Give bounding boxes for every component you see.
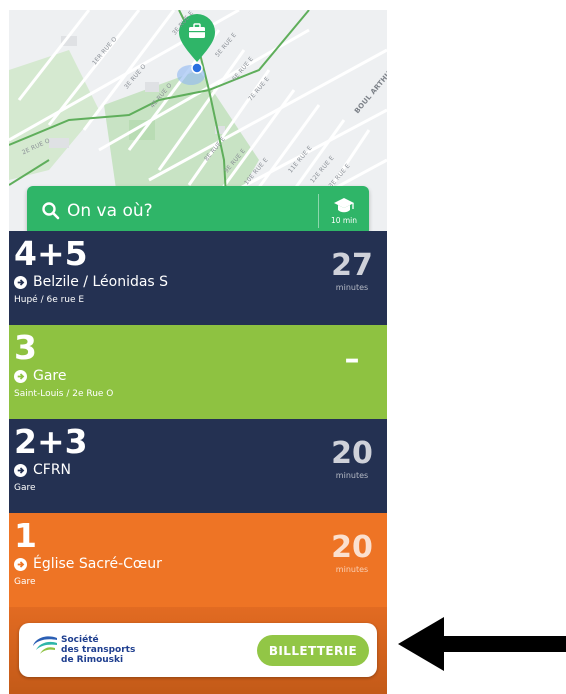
route-row[interactable]: 1 Église Sacré-Cœur Gare 20 minutes — [9, 513, 387, 607]
route-row[interactable]: 2+3 CFRN Gare 20 minutes — [9, 419, 387, 513]
arrow-right-circle-icon — [14, 275, 27, 289]
brand-name: Société des transports de Rimouski — [61, 635, 135, 665]
destination-text: Église Sacré-Cœur — [33, 556, 162, 572]
route-destination: Église Sacré-Cœur — [14, 556, 162, 572]
route-number: 4+5 — [14, 234, 88, 273]
arrival-unit: minutes — [335, 471, 369, 480]
arrival-minutes: 20 — [331, 436, 373, 471]
route-stop: Gare — [14, 577, 36, 587]
destination-text: Belzile / Léonidas S — [33, 274, 169, 290]
route-stop: Saint-Louis / 2e Rue O — [14, 389, 114, 399]
route-row[interactable]: 4+5 Belzile / Léonidas S Hupé / 6e rue E… — [9, 231, 387, 325]
annotation-arrow-icon — [398, 617, 566, 671]
brand-line: de Rimouski — [61, 655, 124, 665]
route-destination: Belzile / Léonidas S — [14, 274, 168, 290]
route-stop: Gare — [14, 483, 36, 493]
bottom-area: Société des transports de Rimouski BILLE… — [9, 607, 387, 694]
arrow-right-circle-icon — [14, 463, 27, 477]
arrival-time: 27 minutes — [327, 248, 377, 293]
arrow-right-circle-icon — [14, 369, 27, 383]
route-row[interactable]: 3 Gare Saint-Louis / 2e Rue O – — [9, 325, 387, 419]
brand-card: Société des transports de Rimouski BILLE… — [19, 623, 377, 677]
destination-text: Gare — [33, 368, 67, 384]
arrival-minutes: 27 — [331, 248, 373, 283]
route-destination: Gare — [14, 368, 67, 384]
brand-line: des transports — [61, 645, 136, 655]
app-screen: 1ER RUE O 2E RUE O 3E RUE O 3E RUE E 4E … — [9, 10, 387, 694]
graduation-cap-icon — [334, 198, 354, 213]
walking-time: 10 min — [330, 216, 358, 225]
route-number: 2+3 — [14, 422, 88, 461]
search-placeholder: On va où? — [67, 201, 153, 221]
search-bar[interactable]: On va où? 10 min — [27, 186, 369, 236]
arrival-time: – — [327, 343, 377, 377]
arrival-unit: minutes — [335, 283, 369, 292]
arrival-minutes: 20 — [331, 530, 373, 565]
route-stop: Hupé / 6e rue E — [14, 295, 85, 305]
route-destination: CFRN — [14, 462, 71, 478]
route-number: 3 — [14, 328, 37, 367]
arrival-minutes: – — [344, 342, 360, 377]
route-number: 1 — [14, 516, 37, 555]
arrival-time: 20 minutes — [327, 530, 377, 575]
billetterie-button[interactable]: BILLETTERIE — [257, 635, 369, 666]
brand-line: Société — [61, 635, 99, 645]
arrival-time: 20 minutes — [327, 436, 377, 481]
search-icon — [42, 202, 60, 220]
arrival-unit: minutes — [335, 565, 369, 574]
destination-text: CFRN — [33, 462, 72, 478]
str-logo-icon — [33, 636, 57, 654]
arrow-right-circle-icon — [14, 557, 27, 571]
walking-time-button[interactable]: 10 min — [319, 197, 369, 225]
